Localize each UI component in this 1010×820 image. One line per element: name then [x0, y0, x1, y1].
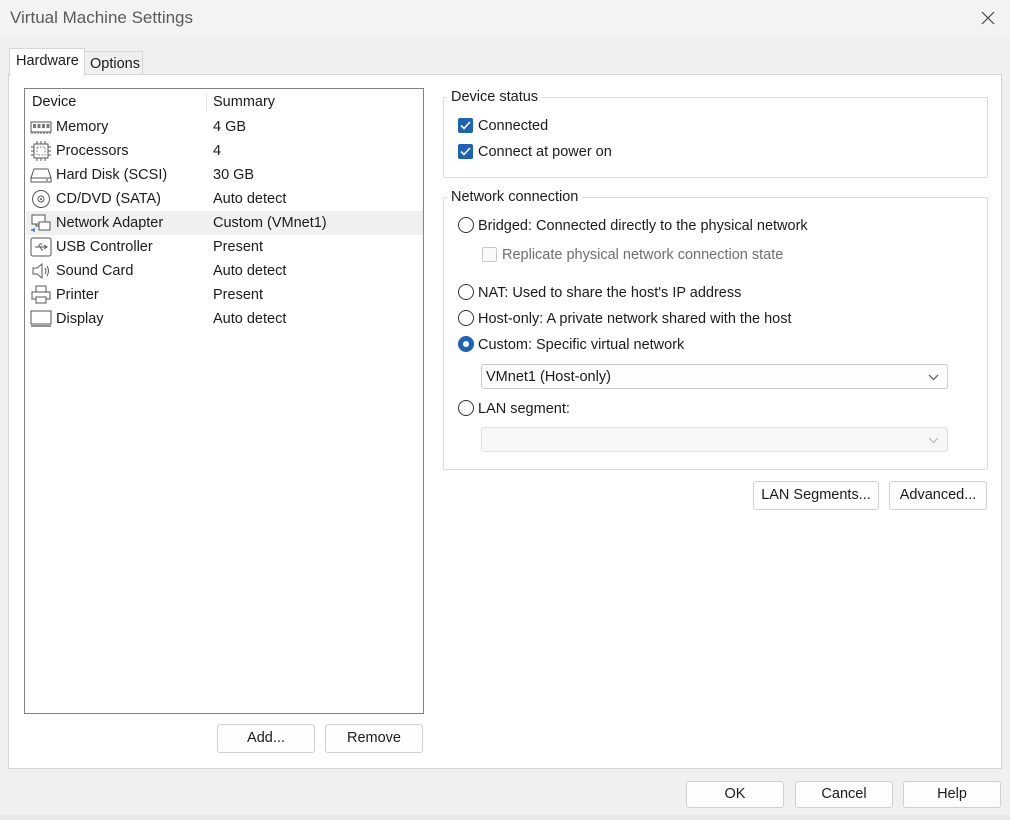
device-summary: Present — [213, 239, 263, 255]
device-summary: 4 — [213, 143, 222, 159]
device-name: Sound Card — [56, 263, 134, 279]
column-header-summary[interactable]: Summary — [213, 89, 275, 115]
tab-options[interactable]: Options — [85, 51, 143, 75]
custom-network-value: VMnet1 (Host-only) — [486, 369, 611, 385]
device-name: Printer — [56, 287, 99, 303]
column-divider[interactable] — [206, 92, 207, 112]
tab-hardware[interactable]: Hardware — [9, 48, 85, 76]
chevron-down-icon — [928, 374, 939, 381]
connect-at-power-on-label[interactable]: Connect at power on — [478, 143, 612, 161]
device-name: Memory — [56, 119, 109, 135]
checkmark-icon — [460, 147, 471, 156]
device-summary: Auto detect — [213, 311, 287, 327]
checkmark-icon — [460, 121, 471, 130]
title-bar: Virtual Machine Settings — [0, 0, 1010, 38]
device-row-printer[interactable]: Printer Present — [26, 283, 423, 307]
device-summary: 30 GB — [213, 167, 255, 183]
lan-segments-button[interactable]: LAN Segments... — [753, 481, 879, 510]
connected-label[interactable]: Connected — [478, 117, 548, 135]
host-only-radio[interactable] — [458, 310, 474, 326]
custom-network-select[interactable]: VMnet1 (Host-only) — [481, 364, 948, 389]
device-row-memory[interactable]: Memory 4 GB — [26, 115, 423, 139]
usb-icon — [30, 237, 52, 257]
device-row-processors[interactable]: Processors 4 — [26, 139, 423, 163]
network-connection-title: Network connection — [447, 189, 583, 205]
advanced-button[interactable]: Advanced... — [889, 481, 987, 510]
device-summary: 4 GB — [213, 119, 247, 135]
cd-dvd-icon — [32, 190, 50, 208]
lan-segment-label[interactable]: LAN segment: — [478, 400, 570, 418]
processor-icon — [31, 141, 51, 161]
device-status-group — [443, 97, 988, 178]
connected-checkbox[interactable] — [458, 118, 473, 133]
device-name: Processors — [56, 143, 129, 159]
bridged-label[interactable]: Bridged: Connected directly to the physi… — [478, 217, 808, 235]
nat-label[interactable]: NAT: Used to share the host's IP address — [478, 284, 741, 302]
vm-settings-window: Virtual Machine Settings Hardware Option… — [0, 0, 1010, 820]
replicate-state-checkbox[interactable] — [482, 247, 497, 262]
speaker-icon — [32, 262, 49, 280]
connect-at-power-on-checkbox[interactable] — [458, 144, 473, 159]
close-button[interactable] — [966, 0, 1010, 36]
device-row-display[interactable]: Display Auto detect — [26, 307, 423, 331]
window-bottom-edge — [0, 815, 1010, 820]
device-summary: Auto detect — [213, 263, 287, 279]
device-row-hard-disk[interactable]: Hard Disk (SCSI) 30 GB — [26, 163, 423, 187]
help-button[interactable]: Help — [903, 781, 1001, 808]
device-summary: Auto detect — [213, 191, 287, 207]
chevron-down-icon — [928, 437, 939, 444]
device-name: Network Adapter — [56, 215, 164, 231]
device-name: Display — [56, 311, 104, 327]
device-summary: Present — [213, 287, 263, 303]
replicate-state-label[interactable]: Replicate physical network connection st… — [502, 246, 783, 264]
bridged-radio[interactable] — [458, 217, 474, 233]
device-list[interactable]: Device Summary Memory 4 GB Processors 4 — [24, 88, 424, 714]
host-only-label[interactable]: Host-only: A private network shared with… — [478, 310, 792, 328]
add-device-button[interactable]: Add... — [217, 724, 315, 753]
window-title: Virtual Machine Settings — [10, 8, 194, 27]
device-row-usb-controller[interactable]: USB Controller Present — [26, 235, 423, 259]
column-header-device[interactable]: Device — [32, 89, 76, 115]
device-name: USB Controller — [56, 239, 153, 255]
custom-radio[interactable] — [458, 336, 474, 352]
device-status-title: Device status — [447, 89, 543, 105]
device-name: CD/DVD (SATA) — [56, 191, 161, 207]
printer-icon — [31, 285, 51, 304]
device-row-network-adapter[interactable]: Network Adapter Custom (VMnet1) — [26, 211, 423, 235]
hard-disk-icon — [30, 168, 52, 183]
lan-segment-select[interactable] — [481, 427, 948, 452]
memory-icon — [30, 121, 52, 134]
device-row-sound-card[interactable]: Sound Card Auto detect — [26, 259, 423, 283]
custom-label[interactable]: Custom: Specific virtual network — [478, 336, 684, 354]
lan-segment-radio[interactable] — [458, 400, 474, 416]
device-row-cd-dvd[interactable]: CD/DVD (SATA) Auto detect — [26, 187, 423, 211]
display-icon — [30, 310, 52, 327]
ok-button[interactable]: OK — [686, 781, 784, 808]
nat-radio[interactable] — [458, 284, 474, 300]
device-summary: Custom (VMnet1) — [213, 215, 327, 231]
cancel-button[interactable]: Cancel — [795, 781, 893, 808]
close-icon — [981, 11, 995, 25]
network-adapter-icon — [31, 214, 51, 232]
remove-device-button[interactable]: Remove — [325, 724, 423, 753]
device-name: Hard Disk (SCSI) — [56, 167, 168, 183]
